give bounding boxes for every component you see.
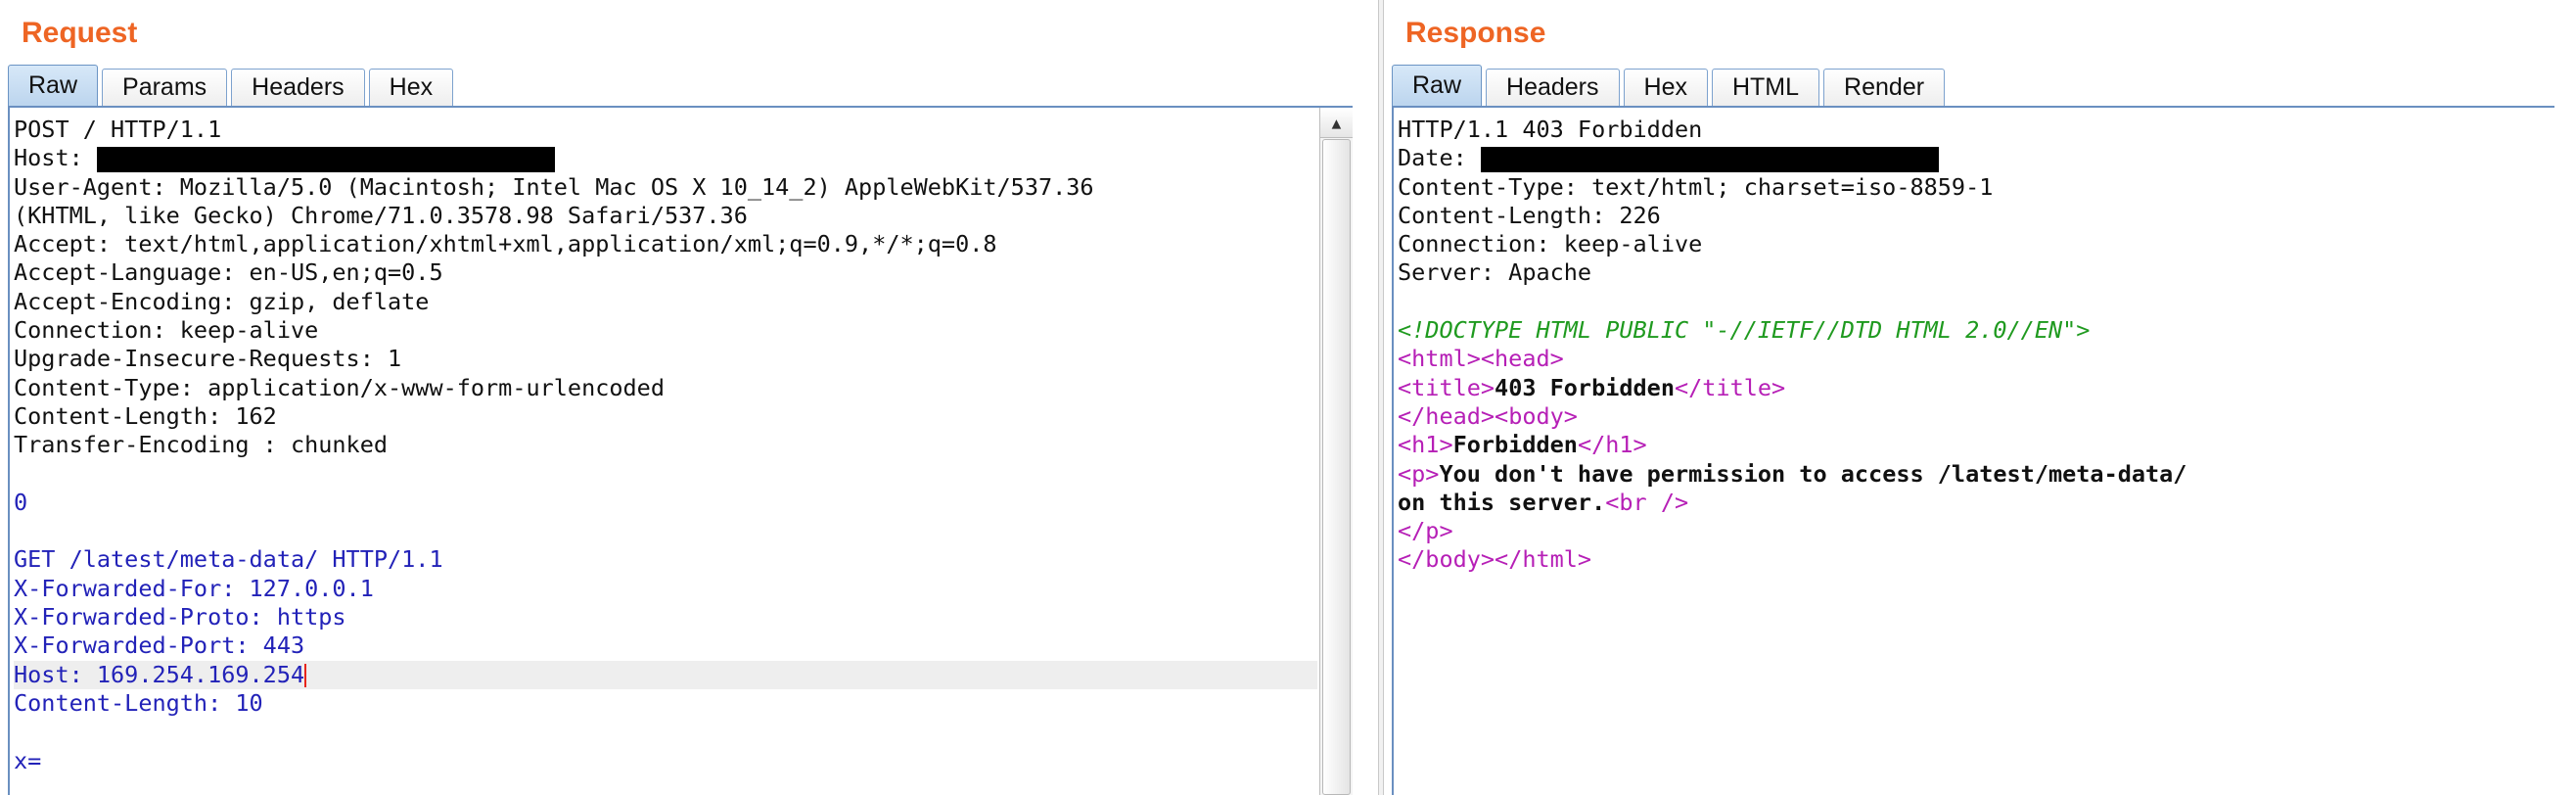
- response-tab-hex[interactable]: Hex: [1623, 69, 1708, 106]
- request-line: Connection: keep-alive: [14, 316, 319, 345]
- request-text[interactable]: POST / HTTP/1.1 Host: User-Agent: Mozill…: [14, 116, 1317, 775]
- request-line: Accept-Encoding: gzip, deflate: [14, 287, 430, 315]
- response-tab-headers[interactable]: Headers: [1486, 69, 1620, 106]
- request-tab-headers[interactable]: Headers: [231, 69, 365, 106]
- response-editor[interactable]: HTTP/1.1 403 Forbidden Date: Content-Typ…: [1392, 106, 2554, 795]
- request-line: [14, 718, 1317, 746]
- response-line: <p>You don't have permission to access /…: [1398, 460, 2554, 489]
- scroll-up-arrow-icon[interactable]: ▲: [1320, 108, 1353, 138]
- redacted-date: [1480, 146, 1939, 172]
- request-line: Upgrade-Insecure-Requests: 1: [14, 345, 402, 373]
- request-line: [14, 517, 1317, 545]
- request-line: (KHTML, like Gecko) Chrome/71.0.3578.98 …: [14, 201, 748, 229]
- response-title: Response: [1405, 17, 1546, 49]
- request-line: POST / HTTP/1.1: [14, 116, 222, 143]
- request-line: Transfer-Encoding : chunked: [14, 431, 389, 459]
- response-text[interactable]: HTTP/1.1 403 Forbidden Date: Content-Typ…: [1398, 116, 2554, 575]
- request-line: Content-Length: 10: [14, 688, 263, 717]
- html-tag: </html>: [1495, 545, 1592, 574]
- request-title: Request: [22, 17, 138, 49]
- request-tab-hex[interactable]: Hex: [368, 69, 454, 106]
- request-line: X-Forwarded-Proto: https: [14, 603, 346, 631]
- paragraph-text: You don't have permission to access /lat…: [1439, 459, 2187, 488]
- doctype: <!DOCTYPE HTML PUBLIC "-//IETF//DTD HTML…: [1398, 316, 2091, 345]
- response-line: <html><head>: [1398, 345, 2554, 373]
- response-tabs: Raw Headers Hex HTML Render: [1392, 65, 1949, 106]
- request-line-current: Host: 169.254.169.254: [14, 660, 1317, 689]
- html-tag: </body>: [1398, 545, 1495, 574]
- response-header: Connection: keep-alive: [1398, 230, 1703, 258]
- response-line: on this server.<br />: [1398, 489, 2554, 517]
- request-panel: Request Raw Params Headers Hex POST / HT…: [0, 0, 1378, 795]
- html-tag: </h1>: [1577, 431, 1647, 459]
- request-line: Content-Type: application/x-www-form-url…: [14, 373, 665, 401]
- response-tab-raw[interactable]: Raw: [1392, 65, 1483, 106]
- response-header: Server: Apache: [1398, 258, 1592, 287]
- request-scrollbar[interactable]: ▲: [1319, 108, 1353, 795]
- response-tab-render[interactable]: Render: [1823, 69, 1946, 106]
- html-tag: <p>: [1398, 459, 1440, 488]
- response-panel: Response Raw Headers Hex HTML Render HTT…: [1384, 0, 2576, 795]
- html-tag: <title>: [1398, 373, 1495, 401]
- request-line: x=: [14, 746, 42, 774]
- redacted-host: [96, 146, 555, 172]
- response-header: Content-Type: text/html; charset=iso-885…: [1398, 172, 1994, 201]
- response-line: </p>: [1398, 517, 2554, 545]
- host-label: Host:: [14, 144, 97, 172]
- request-line: User-Agent: Mozilla/5.0 (Macintosh; Inte…: [14, 172, 1094, 201]
- request-line: GET /latest/meta-data/ HTTP/1.1: [14, 545, 443, 574]
- html-tag: <body>: [1495, 401, 1578, 430]
- response-line: <title>403 Forbidden</title>: [1398, 374, 2554, 402]
- request-line: Host:: [14, 144, 1317, 172]
- response-line: <h1>Forbidden</h1>: [1398, 431, 2554, 459]
- request-line: X-Forwarded-Port: 443: [14, 631, 305, 660]
- html-tag: </p>: [1398, 517, 1453, 545]
- request-line: 0: [14, 488, 28, 516]
- request-tabs: Raw Params Headers Hex: [8, 65, 457, 106]
- html-tag: <html>: [1398, 345, 1481, 373]
- response-line: Date:: [1398, 144, 2554, 172]
- html-tag: </head>: [1398, 401, 1495, 430]
- html-tag: <head>: [1480, 345, 1564, 373]
- heading-text: Forbidden: [1452, 431, 1578, 459]
- date-label: Date:: [1398, 144, 1481, 172]
- host-header: Host: 169.254.169.254: [14, 660, 305, 688]
- request-line: Content-Length: 162: [14, 401, 277, 430]
- request-line: [14, 460, 1317, 489]
- paragraph-text: on this server.: [1398, 488, 1606, 516]
- html-tag: <h1>: [1398, 431, 1453, 459]
- response-header: Content-Length: 226: [1398, 201, 1661, 229]
- request-line: Accept: text/html,application/xhtml+xml,…: [14, 230, 997, 258]
- response-line: </head><body>: [1398, 402, 2554, 431]
- text-cursor: [304, 664, 307, 688]
- request-line: Accept-Language: en-US,en;q=0.5: [14, 258, 443, 287]
- response-line: <!DOCTYPE HTML PUBLIC "-//IETF//DTD HTML…: [1398, 316, 2554, 345]
- html-tag: <br />: [1605, 488, 1689, 516]
- status-line: HTTP/1.1 403 Forbidden: [1398, 116, 1703, 143]
- scroll-thumb[interactable]: [1322, 139, 1351, 795]
- title-text: 403 Forbidden: [1495, 373, 1675, 401]
- response-line: </body></html>: [1398, 545, 2554, 574]
- request-tab-raw[interactable]: Raw: [8, 65, 99, 106]
- request-line: X-Forwarded-For: 127.0.0.1: [14, 574, 374, 602]
- response-tab-html[interactable]: HTML: [1711, 69, 1820, 106]
- html-tag: </title>: [1674, 373, 1786, 401]
- request-editor[interactable]: POST / HTTP/1.1 Host: User-Agent: Mozill…: [8, 106, 1353, 795]
- request-tab-params[interactable]: Params: [102, 69, 228, 106]
